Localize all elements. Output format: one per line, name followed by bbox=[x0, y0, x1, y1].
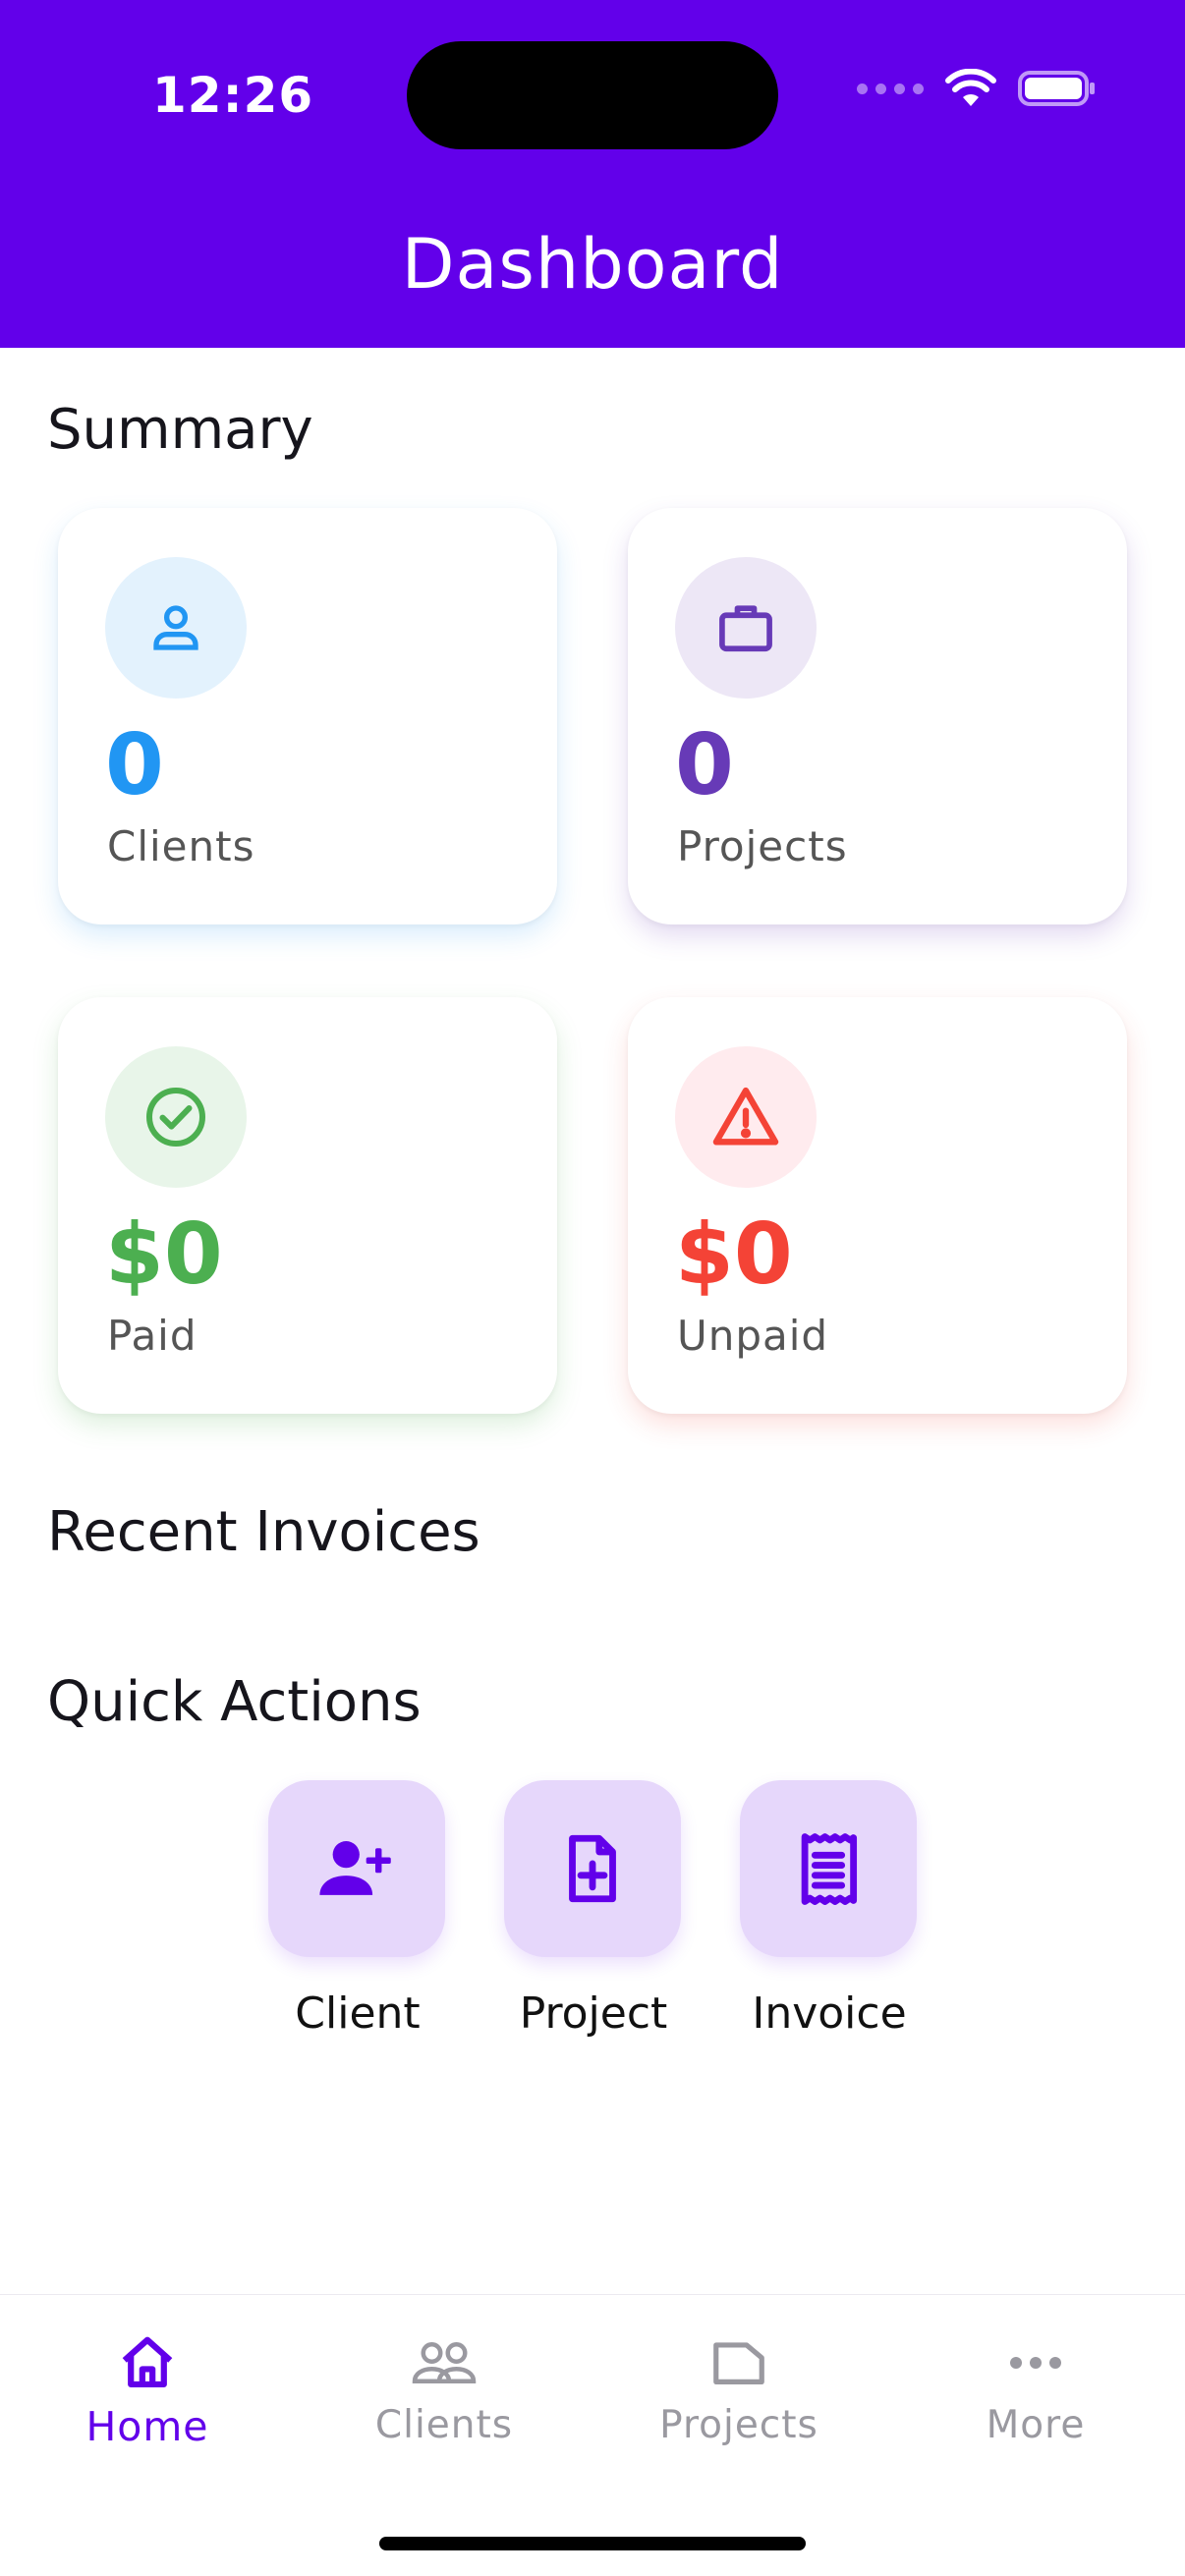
add-document-icon bbox=[569, 1834, 616, 1903]
unpaid-summary-card[interactable]: $0 Unpaid bbox=[628, 997, 1127, 1414]
nav-more[interactable]: More bbox=[888, 2328, 1183, 2447]
quick-action-project[interactable]: Project bbox=[504, 1780, 683, 2039]
nav-home[interactable]: Home bbox=[0, 2328, 295, 2450]
unpaid-amount: $0 bbox=[675, 1205, 793, 1304]
quick-action-invoice-label: Invoice bbox=[752, 1988, 907, 2039]
page-title: Dashboard bbox=[401, 224, 784, 305]
clients-count: 0 bbox=[105, 716, 164, 814]
nav-clients-label: Clients bbox=[374, 2403, 514, 2447]
quick-action-project-button[interactable] bbox=[504, 1780, 681, 1957]
projects-count: 0 bbox=[675, 716, 734, 814]
quick-action-invoice-button[interactable] bbox=[740, 1780, 917, 1957]
summary-title: Summary bbox=[47, 398, 313, 462]
nav-more-label: More bbox=[986, 2403, 1086, 2447]
projects-summary-card[interactable]: 0 Projects bbox=[628, 508, 1127, 924]
status-time: 12:26 bbox=[152, 67, 314, 124]
quick-actions-title: Quick Actions bbox=[47, 1670, 422, 1734]
clients-label: Clients bbox=[107, 822, 255, 870]
nav-projects[interactable]: Projects bbox=[592, 2328, 886, 2447]
home-icon bbox=[122, 2336, 173, 2388]
quick-action-client-button[interactable] bbox=[268, 1780, 445, 1957]
check-circle-icon bbox=[105, 1046, 247, 1188]
nav-clients[interactable]: Clients bbox=[297, 2328, 592, 2447]
quick-action-client[interactable]: Client bbox=[268, 1780, 447, 2039]
quick-action-client-label: Client bbox=[295, 1988, 421, 2039]
paid-summary-card[interactable]: $0 Paid bbox=[58, 997, 557, 1414]
folder-icon bbox=[713, 2342, 764, 2384]
paid-label: Paid bbox=[107, 1312, 198, 1360]
quick-action-project-label: Project bbox=[519, 1988, 668, 2039]
projects-label: Projects bbox=[677, 822, 848, 870]
briefcase-icon bbox=[675, 557, 817, 699]
warning-icon bbox=[675, 1046, 817, 1188]
more-horizontal-icon bbox=[1010, 2357, 1061, 2369]
people-icon bbox=[412, 2342, 477, 2383]
receipt-icon bbox=[801, 1833, 858, 1905]
paid-amount: $0 bbox=[105, 1205, 223, 1304]
unpaid-label: Unpaid bbox=[677, 1312, 829, 1360]
home-indicator bbox=[379, 2537, 806, 2550]
recent-invoices-title: Recent Invoices bbox=[47, 1500, 480, 1564]
wifi-icon bbox=[945, 69, 996, 106]
status-icons bbox=[857, 69, 1097, 108]
dynamic-island bbox=[407, 41, 778, 149]
add-person-icon bbox=[319, 1841, 391, 1895]
nav-home-label: Home bbox=[85, 2403, 209, 2450]
nav-projects-label: Projects bbox=[659, 2403, 818, 2447]
signal-icon bbox=[857, 83, 924, 94]
app-header: 12:26 Dashboard bbox=[0, 0, 1185, 348]
quick-action-invoice[interactable]: Invoice bbox=[740, 1780, 919, 2039]
person-icon bbox=[105, 557, 247, 699]
clients-summary-card[interactable]: 0 Clients bbox=[58, 508, 557, 924]
battery-icon bbox=[1018, 71, 1095, 106]
